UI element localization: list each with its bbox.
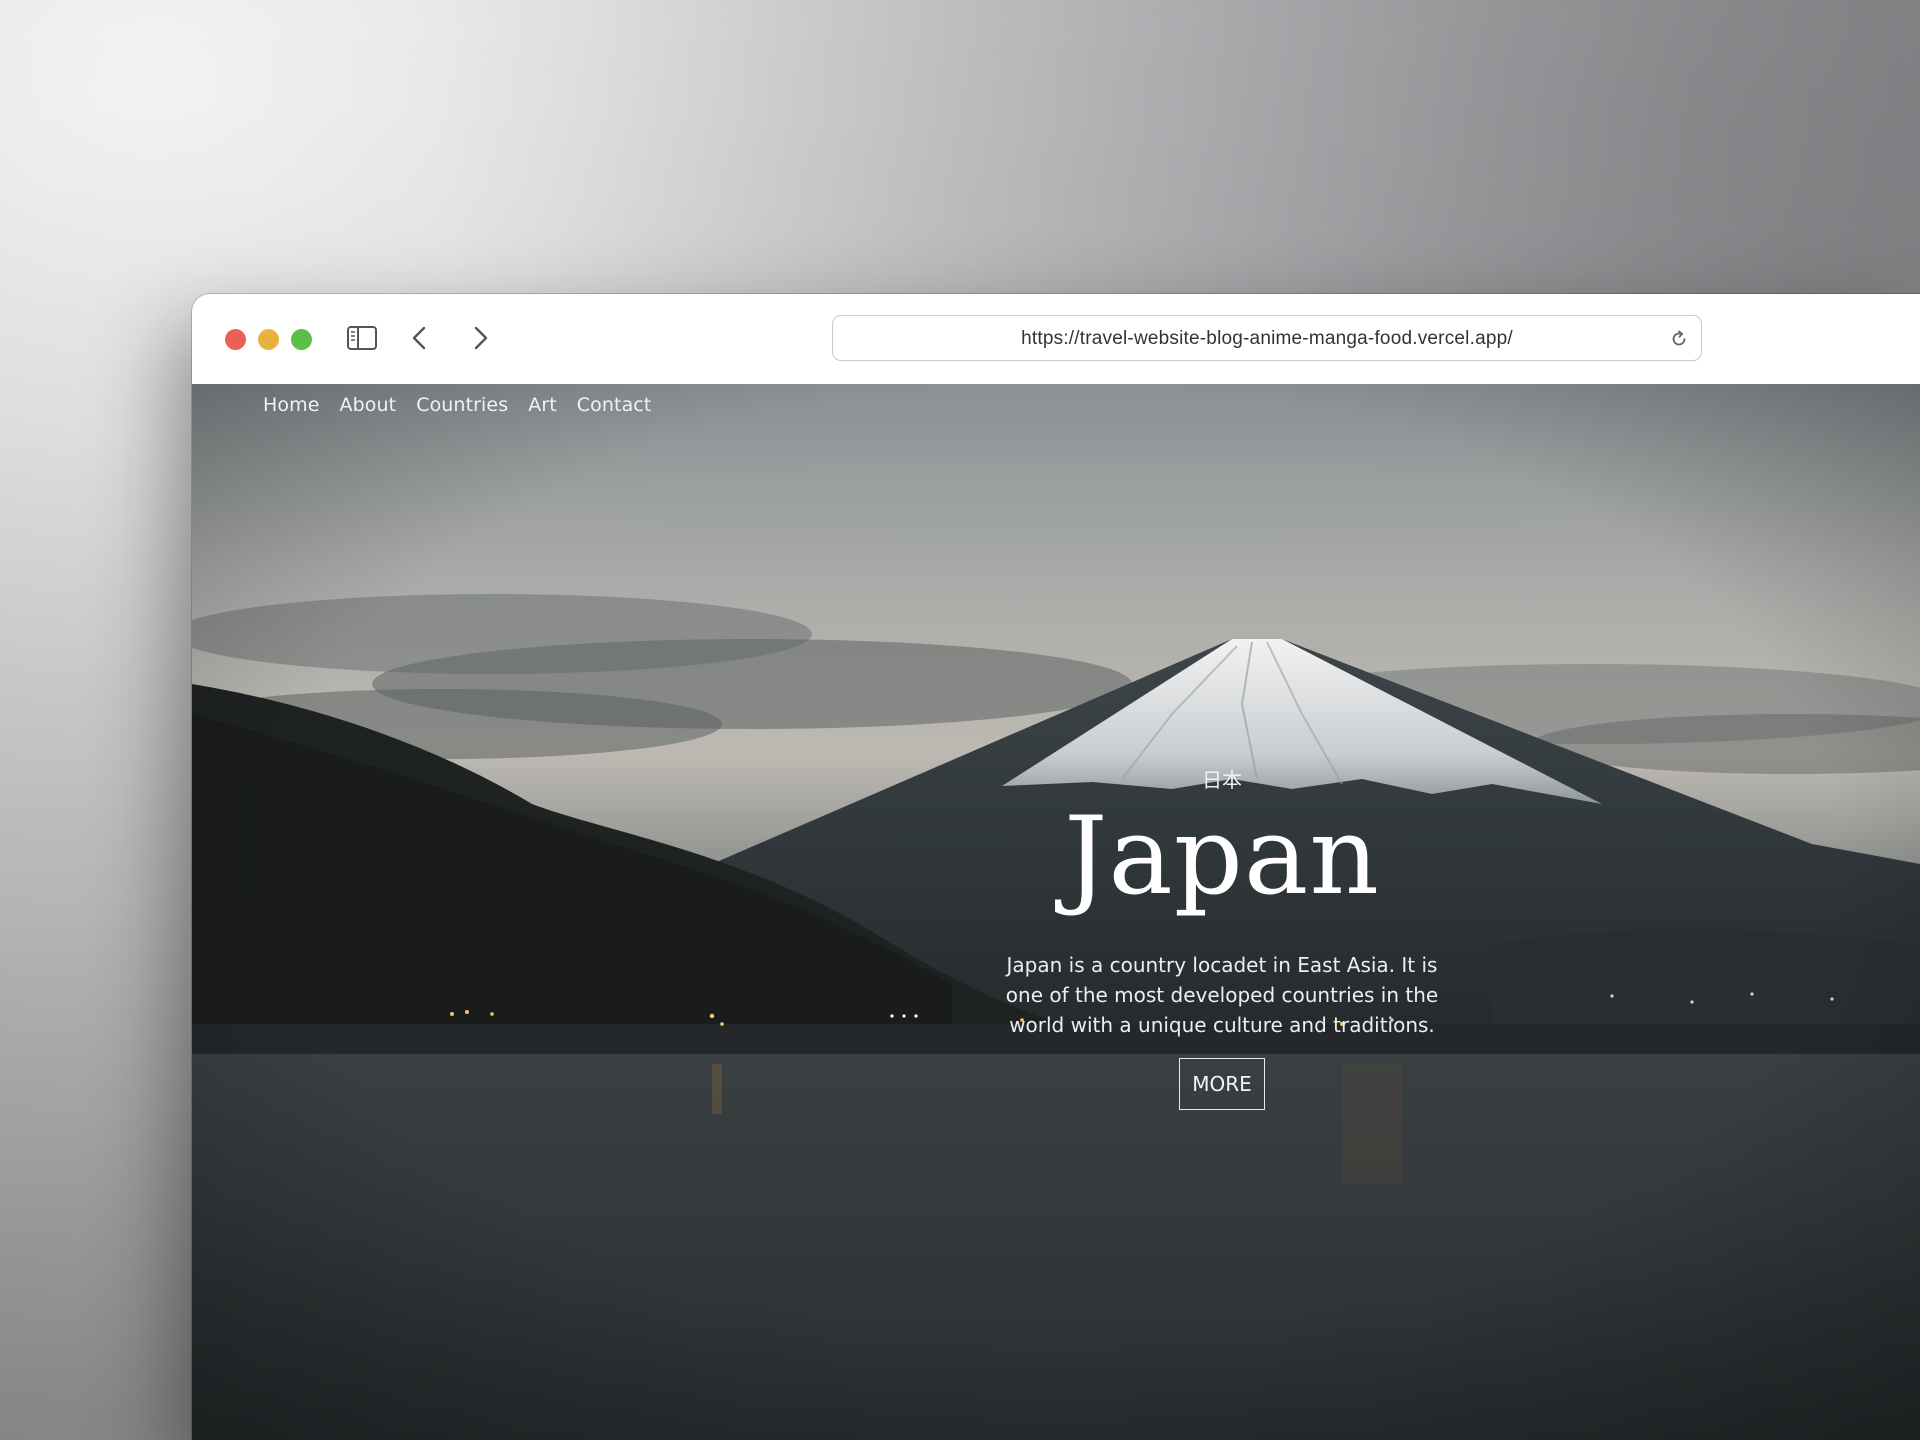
nav-link-art[interactable]: Art [528, 394, 557, 416]
address-bar[interactable]: https://travel-website-blog-anime-manga-… [832, 315, 1702, 361]
nav-link-home[interactable]: Home [263, 394, 320, 416]
sidebar-toggle-icon[interactable] [347, 326, 377, 350]
browser-window: https://travel-website-blog-anime-manga-… [192, 294, 1920, 1440]
hero-title: Japan [1064, 794, 1380, 919]
nav-link-contact[interactable]: Contact [577, 394, 652, 416]
minimize-window-icon[interactable] [258, 329, 279, 350]
hero-description: Japan is a country locadet in East Asia.… [1005, 953, 1439, 1037]
maximize-window-icon[interactable] [291, 329, 312, 350]
chevron-right-icon[interactable] [466, 324, 494, 352]
close-window-icon[interactable] [225, 329, 246, 350]
chevron-left-icon[interactable] [406, 324, 434, 352]
site-nav: Home About Countries Art Contact [263, 394, 651, 416]
hero-subtitle: 日本 [1202, 768, 1242, 792]
browser-toolbar: https://travel-website-blog-anime-manga-… [192, 294, 1920, 385]
nav-link-countries[interactable]: Countries [416, 394, 508, 416]
nav-link-about[interactable]: About [340, 394, 397, 416]
hero-content: 日本 Japan Japan is a country locadet in E… [982, 768, 1462, 1110]
more-button[interactable]: MORE [1179, 1058, 1265, 1110]
page-viewport: Home About Countries Art Contact 日本 Japa… [192, 384, 1920, 1440]
reload-icon[interactable] [1669, 329, 1689, 349]
address-bar-url[interactable]: https://travel-website-blog-anime-manga-… [833, 328, 1701, 350]
